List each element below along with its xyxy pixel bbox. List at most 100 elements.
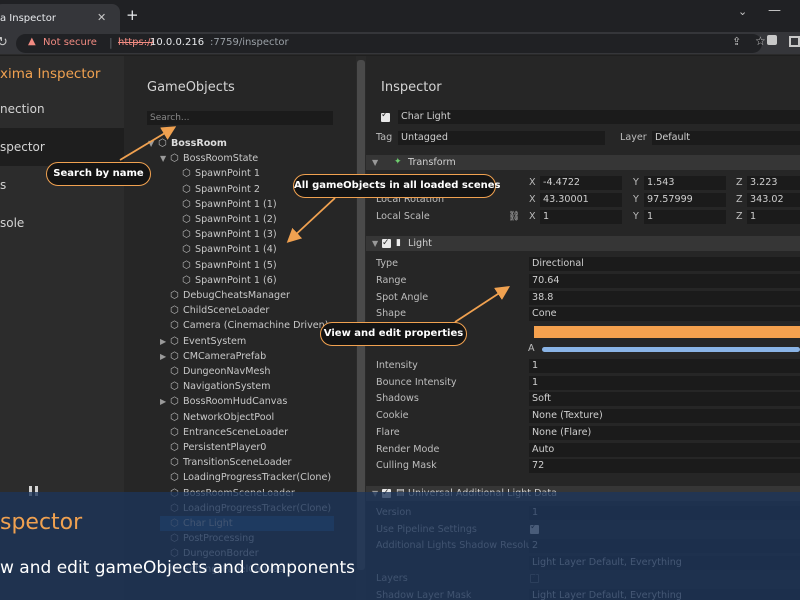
property-value-field[interactable]: None (Flare) [529,425,800,440]
feature-overlay: spector w and edit gameObjects and compo… [0,492,800,600]
transform-header[interactable]: ▼ ✦ Transform [366,155,800,170]
gameobject-cube-icon: ⬡ [182,168,191,180]
tag-label: Tag [376,132,393,143]
transform-y-field[interactable]: 1 [644,210,726,224]
tree-item[interactable]: ⬡ SpawnPoint 1 (5) [172,258,277,273]
property-value-field[interactable]: Auto [529,442,800,457]
tree-item-label: SpawnPoint 1 (5) [195,259,277,271]
transform-x-field[interactable]: 43.30001 [540,193,622,207]
object-name-field[interactable]: Char Light [398,110,800,124]
property-value-field[interactable]: 38.8 [529,290,800,305]
minimize-icon[interactable]: — [768,3,781,18]
tree-item-label: CMCameraPrefab [183,350,267,362]
tree-item[interactable]: ⬡ SpawnPoint 1 (1) [172,197,277,212]
url-path: :7759/inspector [210,37,289,48]
active-checkbox[interactable] [381,110,390,122]
nav-item-console[interactable]: sole [0,204,124,242]
property-value-field[interactable]: 72 [529,459,800,474]
light-enabled-checkbox[interactable] [382,236,391,251]
share-icon[interactable]: ⇪ [732,35,741,48]
property-label: Cookie [376,410,409,422]
tree-item[interactable]: ▶ ⬡ EventSystem [160,334,246,349]
tree-item[interactable]: ⬡ SpawnPoint 1 [172,166,260,181]
transform-x-field[interactable]: -4.4722 [540,176,622,190]
tab-close-icon[interactable]: ✕ [97,11,106,24]
new-tab-icon[interactable]: + [126,8,139,23]
transform-z-field[interactable]: 1 [747,210,800,224]
transform-y-field[interactable]: 97.57999 [644,193,726,207]
collapse-arrow-icon[interactable]: ▼ [372,155,378,170]
side-panel-icon[interactable] [789,36,800,47]
browser-tab[interactable]: a Inspector ✕ [0,4,120,32]
transform-y-field[interactable]: 1.543 [644,176,726,190]
tag-dropdown[interactable]: Untagged [398,131,605,145]
expand-right-icon[interactable]: ▶ [160,394,170,409]
tree-item[interactable]: ⬡ TransitionSceneLoader [160,455,292,470]
tree-item[interactable]: ⬡ DebugCheatsManager [160,288,290,303]
property-value-field[interactable]: Cone [529,307,800,322]
tree-item[interactable]: ⬡ SpawnPoint 1 (2) [172,212,277,227]
bookmark-star-icon[interactable]: ☆ [755,34,766,48]
tree-item[interactable]: ⬡ SpawnPoint 2 [172,182,260,197]
expand-down-icon[interactable]: ▼ [160,151,170,166]
expand-right-icon[interactable]: ▶ [160,349,170,364]
tree-item-label: TransitionSceneLoader [183,457,292,469]
property-label: Type [376,258,399,269]
tree-item[interactable]: ⬡ SpawnPoint 1 (4) [172,242,277,257]
transform-header-label: Transform [408,157,456,168]
tree-item[interactable]: ⬡ SpawnPoint 1 (3) [172,227,277,242]
collapse-arrow-icon[interactable]: ▼ [372,236,378,251]
expand-right-icon[interactable]: ▶ [160,334,170,349]
property-value-field[interactable]: Soft [529,392,800,407]
tree-item[interactable]: ⬡ LoadingProgressTracker(Clone) [160,470,331,485]
tree-item[interactable]: ⬡ NetworkObjectPool [160,410,274,425]
property-value-field[interactable]: 70.64 [529,273,800,288]
reload-icon[interactable]: ↻ [0,35,8,50]
transform-z-field[interactable]: 343.02 [747,193,800,207]
tree-item[interactable]: ▶ ⬡ BossRoomHudCanvas [160,394,287,409]
nav-item-connection[interactable]: nection [0,90,124,128]
transform-icon: ✦ [394,157,402,167]
tree-item[interactable]: ▼ ⬡ BossRoomState [160,151,258,166]
property-label: Bounce Intensity [376,376,457,388]
light-color-swatch[interactable] [534,326,800,338]
transform-z-field[interactable]: 3.223 [747,176,800,190]
tree-item[interactable]: ⬡ DungeonNavMesh [160,364,270,379]
gameobject-cube-icon: ⬡ [170,335,179,347]
tree-item[interactable]: ⬡ EntranceSceneLoader [160,425,288,440]
tree-item[interactable]: ⬡ ChildSceneLoader [160,303,269,318]
warning-icon[interactable]: ▲ [28,36,36,47]
layer-dropdown[interactable]: Default [652,131,800,145]
overlay-title: spector [0,510,83,535]
not-secure-label[interactable]: Not secure [43,37,97,48]
axis-x-label: X [529,211,536,222]
tree-item-label: SpawnPoint 1 (3) [195,229,277,241]
tab-search-chevron-icon[interactable]: ⌄ [738,5,747,18]
gameobject-cube-icon: ⬡ [170,457,179,469]
gameobjects-search-input[interactable] [147,111,333,125]
light-header[interactable]: ▼ ▮ Light [366,236,800,251]
link-scale-icon[interactable]: ⛓ [508,210,520,224]
property-value-field[interactable]: 1 [529,375,800,390]
alpha-slider[interactable] [542,347,800,352]
axis-y-label: Y [633,194,639,205]
inspector-title: Inspector [381,80,442,95]
url-field[interactable]: ▲ Not secure | https:// 10.0.0.216 :7759… [16,34,766,53]
tree-item[interactable]: ⬡ PersistentPlayer0 [160,440,266,455]
browser-tab-bar: a Inspector ✕ + ⌄ — [0,0,800,32]
transform-x-field[interactable]: 1 [540,210,622,224]
nav-item-inspector[interactable]: spector [0,128,124,166]
gameobject-cube-icon: ⬡ [182,229,191,241]
tree-item[interactable]: ⬡ SpawnPoint 1 (6) [172,273,277,288]
property-value-field[interactable]: 1 [529,359,800,373]
tree-item[interactable]: ▶ ⬡ CMCameraPrefab [160,349,266,364]
tree-item[interactable]: ⬡ NavigationSystem [160,379,271,394]
tree-item[interactable]: ⬡ Camera (Cinemachine Driven) [160,318,328,333]
expand-down-icon[interactable]: ▼ [148,136,158,151]
property-value-field[interactable]: None (Texture) [529,409,800,424]
tree-item-label: BossRoomHudCanvas [183,396,288,408]
brand-title: xima Inspector [0,66,101,82]
extensions-icon[interactable] [767,35,777,45]
property-value-field[interactable]: Directional [529,257,800,271]
tree-item[interactable]: ▼ ⬡ BossRoom [148,136,227,151]
